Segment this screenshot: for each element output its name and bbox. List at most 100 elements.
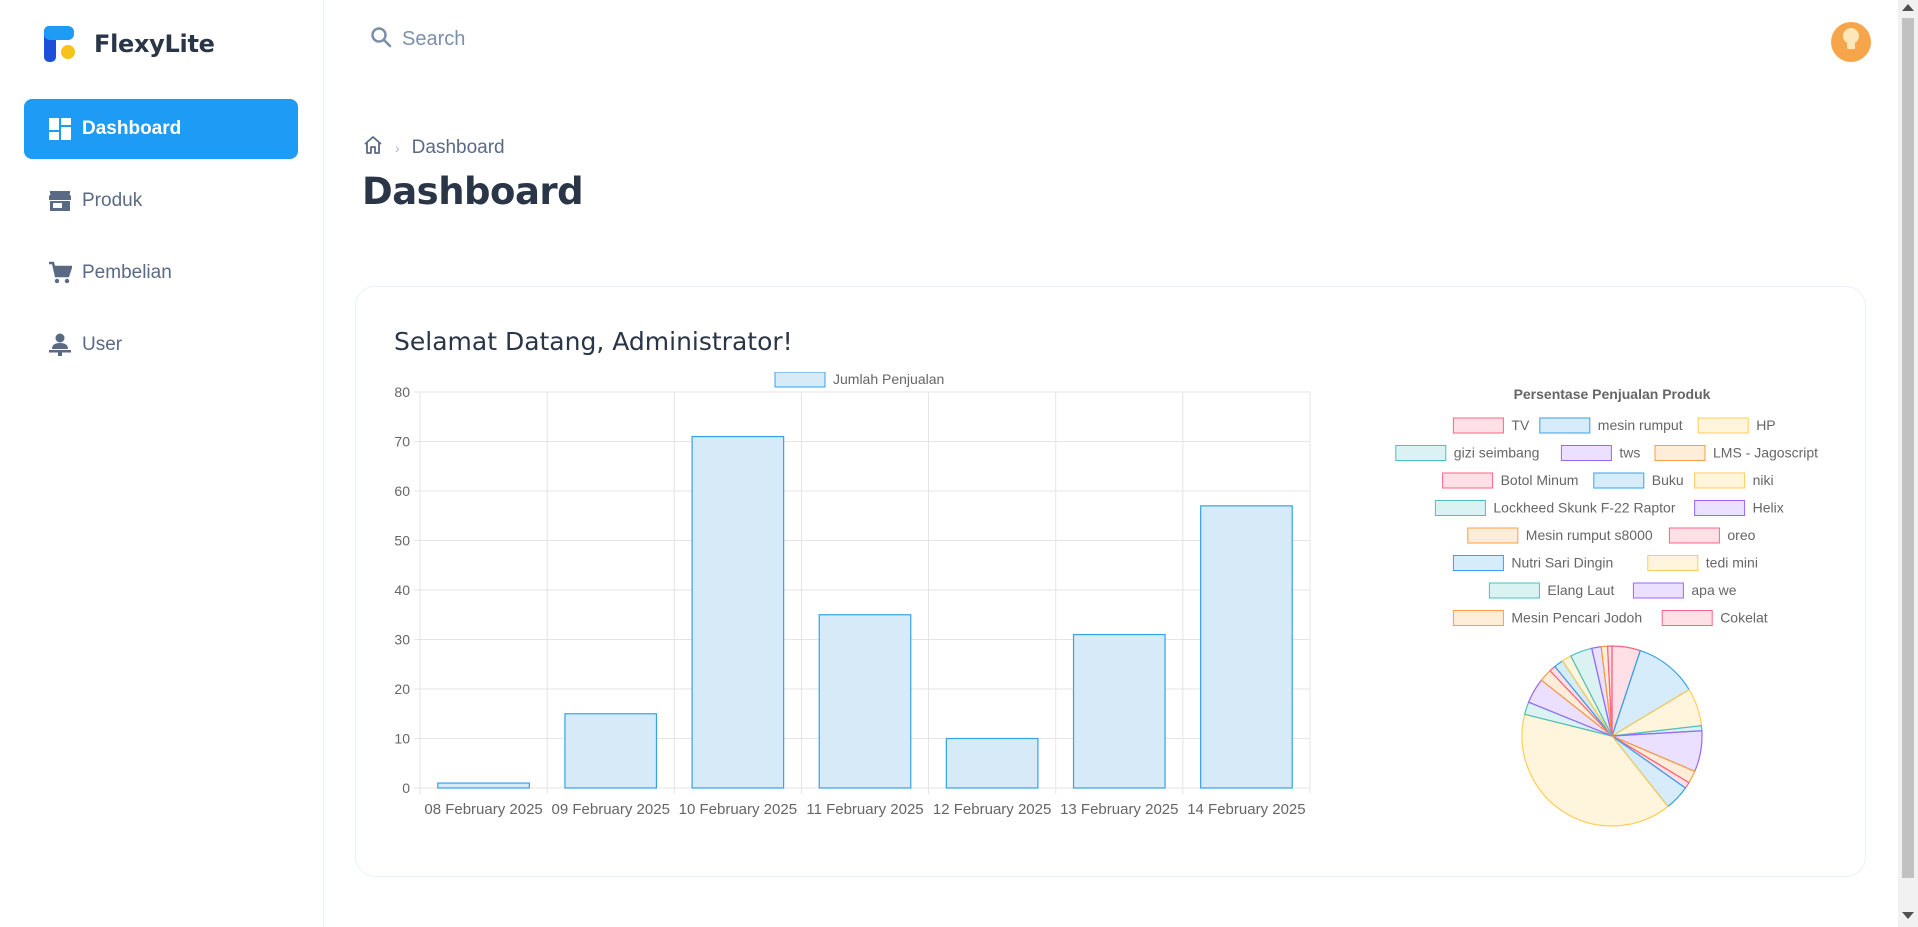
y-tick-label: 60 [394, 483, 410, 499]
lightbulb-icon [1841, 27, 1861, 58]
legend-label: gizi seimbang [1454, 445, 1540, 461]
y-tick-label: 80 [394, 384, 410, 400]
legend-swatch [1442, 472, 1494, 489]
breadcrumb: › Dashboard [363, 135, 505, 160]
legend-label: Nutri Sari Dingin [1511, 555, 1613, 571]
sidebar-item-produk[interactable]: Produk [24, 171, 298, 231]
x-tick-label: 11 February 2025 [806, 801, 923, 818]
pie-legend-item: Helix [1694, 500, 1784, 516]
cart-icon [48, 261, 72, 285]
legend-label: mesin rumput [1598, 417, 1683, 433]
legend-label: niki [1753, 472, 1774, 488]
legend-label: tedi mini [1706, 555, 1758, 571]
legend-label: tws [1619, 445, 1640, 461]
legend-swatch [1593, 472, 1645, 489]
y-tick-label: 0 [402, 780, 410, 796]
chart-legend: Jumlah Penjualan [774, 372, 944, 388]
pie-legend-item: TV [1452, 417, 1530, 434]
pie-legend-item: HP [1697, 417, 1776, 434]
legend-label: oreo [1727, 527, 1755, 543]
y-tick-label: 10 [394, 731, 410, 747]
scroll-down-icon[interactable] [1902, 912, 1914, 919]
pie-legend-item: apa we [1632, 582, 1737, 599]
vertical-scrollbar[interactable] [1898, 0, 1918, 927]
x-tick-label: 08 February 2025 [424, 801, 542, 818]
bar [945, 737, 1039, 789]
legend-label: Lockheed Skunk F-22 Raptor [1493, 500, 1675, 516]
dashboard-card: Selamat Datang, Administrator! Jumlah Pe… [355, 286, 1866, 877]
x-tick-label: 13 February 2025 [1060, 801, 1178, 818]
page-title: Dashboard [362, 170, 584, 213]
legend-label: LMS - Jagoscript [1713, 445, 1818, 461]
bar [564, 713, 658, 789]
app-logo[interactable]: FlexyLite [42, 24, 215, 64]
legend-label: TV [1511, 417, 1530, 433]
x-tick-label: 14 February 2025 [1187, 801, 1305, 818]
legend-label: Elang Laut [1547, 582, 1614, 598]
pie-legend-item: tedi mini [1647, 555, 1758, 571]
pie-legend-item: oreo [1668, 527, 1756, 544]
legend-swatch [774, 372, 826, 388]
sidebar-item-label: User [82, 334, 123, 355]
legend-swatch [1647, 555, 1699, 571]
breadcrumb-current: Dashboard [411, 136, 505, 158]
y-tick-label: 30 [394, 632, 410, 648]
chevron-right-icon: › [395, 139, 400, 156]
legend-label: Botol Minum [1501, 472, 1579, 488]
legend-swatch [1488, 582, 1540, 599]
pie-legend-item: Mesin rumput s8000 [1467, 527, 1653, 544]
search-input[interactable]: Search [402, 28, 465, 51]
sidebar-item-user[interactable]: User [24, 315, 298, 375]
legend-swatch [1467, 527, 1519, 544]
legend-swatch [1654, 445, 1706, 461]
y-tick-label: 40 [394, 582, 410, 598]
legend-swatch [1694, 472, 1746, 489]
pie-legend-item: Lockheed Skunk F-22 Raptor [1434, 500, 1676, 516]
sidebar-nav: Dashboard Produk Pembelian User [24, 99, 298, 387]
bar [437, 782, 530, 789]
pie-legend-item: mesin rumput [1539, 417, 1683, 434]
home-icon[interactable] [363, 135, 383, 160]
sidebar-item-label: Dashboard [82, 118, 182, 139]
y-tick-label: 50 [394, 533, 410, 549]
scroll-up-icon[interactable] [1902, 4, 1914, 11]
legend-label: Mesin rumput s8000 [1526, 527, 1653, 543]
sales-bar-chart: Jumlah Penjualan 0 10 20 30 40 50 60 70 80 08 Febr… [394, 372, 1311, 818]
legend-label: Buku [1652, 472, 1684, 488]
app-name: FlexyLite [94, 30, 215, 58]
x-tick-label: 09 February 2025 [552, 801, 670, 818]
sidebar-item-pembelian[interactable]: Pembelian [24, 243, 298, 303]
bar [691, 435, 785, 789]
legend-label: Jumlah Penjualan [833, 372, 944, 387]
x-tick-label: 12 February 2025 [933, 801, 1051, 818]
sidebar-item-dashboard[interactable]: Dashboard [24, 99, 298, 159]
bar [1200, 505, 1293, 789]
flexylite-logo-icon [42, 24, 78, 64]
product-sales-pie-chart: Persentase Penjualan Produk TV mesin rumpu… [1395, 386, 1818, 827]
sidebar-item-label: Produk [82, 190, 143, 211]
pie-legend-item: gizi seimbang [1395, 445, 1540, 461]
pie-title: Persentase Penjualan Produk [1514, 386, 1711, 402]
search-icon [370, 26, 392, 53]
pie-legend-item: Botol Minum [1442, 472, 1579, 489]
pie-legend-item: LMS - Jagoscript [1654, 445, 1818, 461]
legend-swatch [1452, 417, 1504, 434]
sidebar-item-label: Pembelian [82, 262, 172, 283]
x-tick-label: 10 February 2025 [679, 801, 797, 818]
pie-legend-item: Cokelat [1661, 610, 1768, 626]
legend-label: apa we [1691, 582, 1736, 598]
legend-label: HP [1756, 417, 1775, 433]
legend-swatch [1560, 445, 1612, 461]
avatar[interactable] [1831, 22, 1871, 62]
legend-swatch [1395, 445, 1447, 461]
legend-swatch [1697, 417, 1749, 434]
legend-swatch [1452, 555, 1504, 571]
bar [1072, 633, 1166, 789]
bar [818, 614, 912, 789]
welcome-message: Selamat Datang, Administrator! [394, 327, 793, 356]
legend-swatch [1694, 500, 1746, 516]
search-bar[interactable]: Search [370, 26, 465, 53]
store-icon [48, 189, 72, 213]
y-tick-label: 70 [394, 434, 410, 450]
scroll-thumb[interactable] [1902, 18, 1914, 878]
